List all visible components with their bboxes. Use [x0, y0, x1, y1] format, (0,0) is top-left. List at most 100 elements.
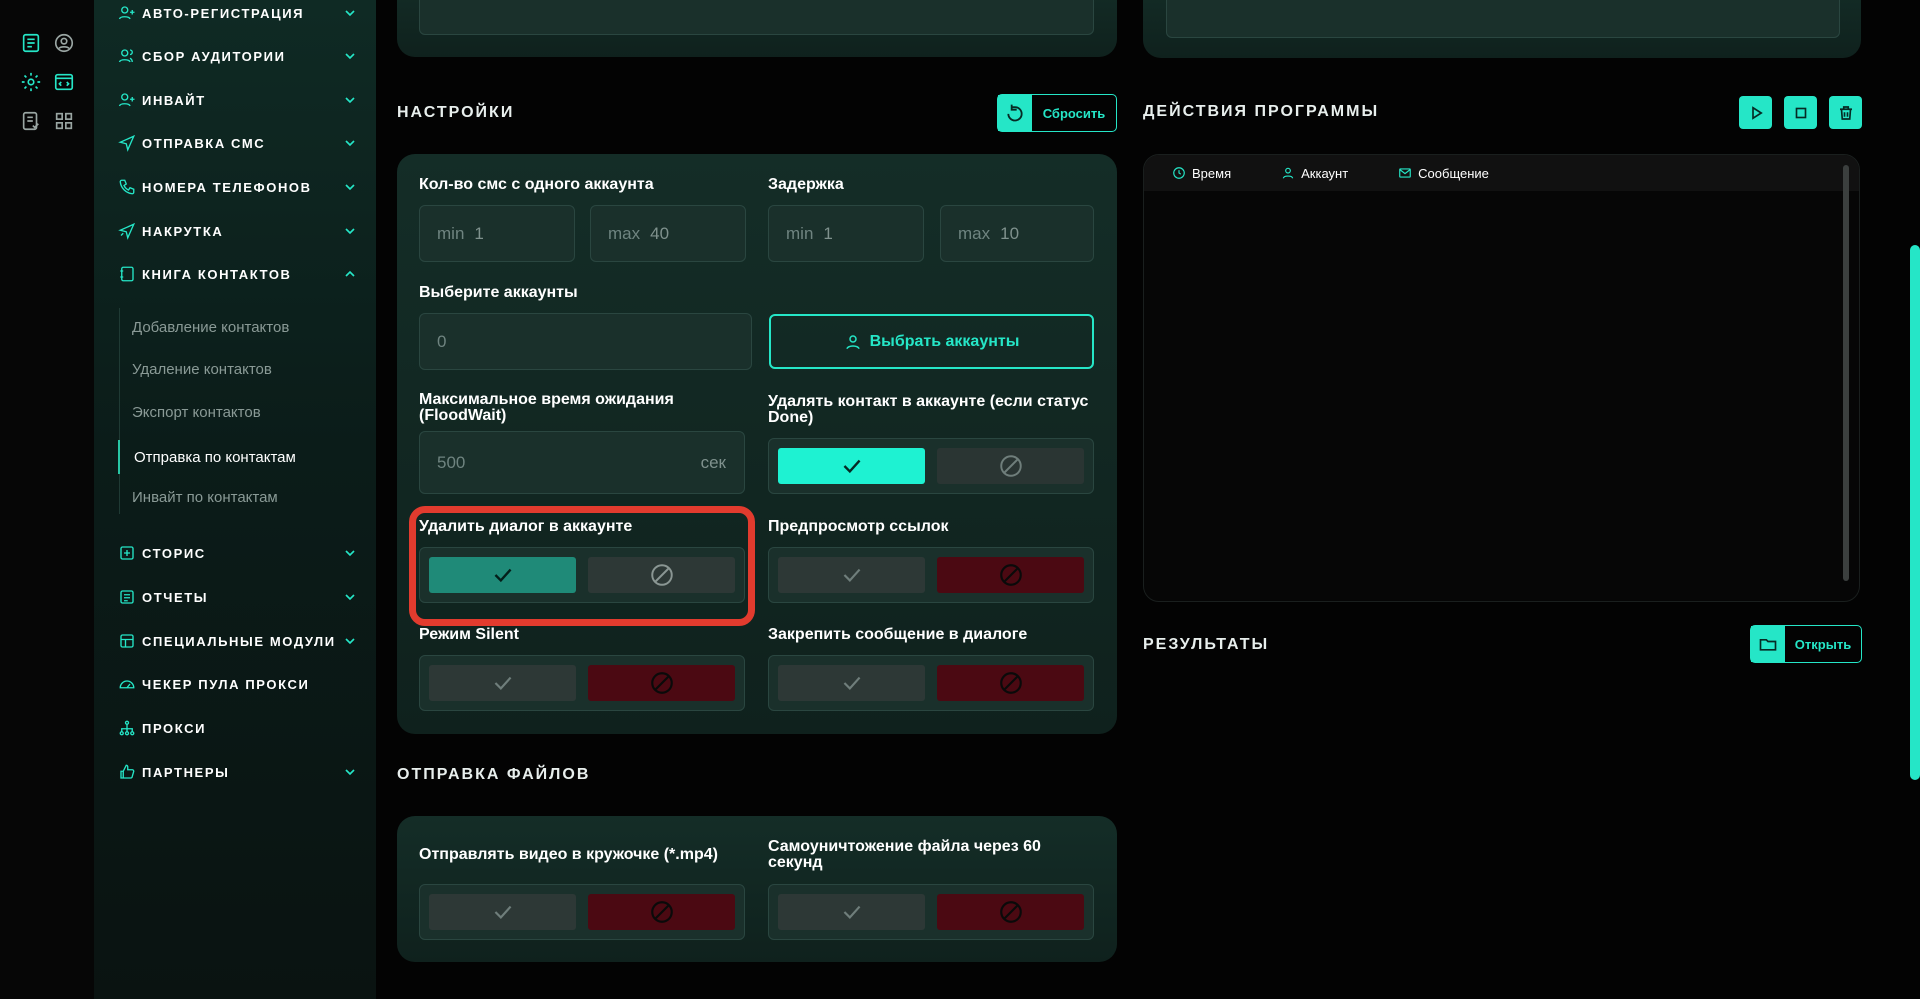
user-plus-icon	[118, 4, 136, 22]
nav-partners[interactable]: ПАРТНЕРЫ	[118, 761, 358, 783]
subitem-add-contacts[interactable]: Добавление контактов	[118, 313, 358, 341]
right-top-field[interactable]	[1166, 0, 1840, 38]
stop-button[interactable]	[1784, 96, 1817, 129]
program-log-panel: Время Аккаунт Сообщение	[1143, 154, 1860, 602]
toggle-off-button[interactable]	[588, 894, 735, 930]
link-preview-toggle	[768, 547, 1094, 603]
toggle-off-button[interactable]	[937, 448, 1084, 484]
nav-label: ПРОКСИ	[142, 720, 207, 736]
nav-phone-numbers[interactable]: НОМЕРА ТЕЛЕФОНОВ	[118, 176, 358, 198]
gauge-icon	[118, 675, 136, 693]
folder-icon	[1751, 626, 1785, 662]
subitem-send-by-contacts[interactable]: Отправка по контактам	[118, 440, 358, 474]
delay-max-input[interactable]: max 10	[940, 205, 1094, 262]
pin-message-label: Закрепить сообщение в диалоге	[768, 626, 1028, 643]
sms-min-input[interactable]: min 1	[419, 205, 575, 262]
subitem-delete-contacts[interactable]: Удаление контактов	[118, 355, 358, 383]
toggle-off-button[interactable]	[588, 665, 735, 701]
column-account[interactable]: Аккаунт	[1281, 166, 1348, 181]
nav-auto-registration[interactable]: АВТО-РЕГИСТРАЦИЯ	[118, 2, 358, 24]
column-time[interactable]: Время	[1172, 166, 1231, 181]
nav-label: НАКРУТКА	[142, 223, 224, 239]
gear-icon[interactable]	[20, 71, 42, 93]
subitem-invite-by-contacts[interactable]: Инвайт по контактам	[118, 483, 358, 511]
toggle-off-button[interactable]	[937, 665, 1084, 701]
code-window-icon[interactable]	[53, 71, 75, 93]
apps-icon[interactable]	[53, 110, 75, 132]
send-icon	[118, 134, 136, 152]
log-scrollbar[interactable]	[1843, 165, 1849, 581]
column-message[interactable]: Сообщение	[1398, 166, 1489, 181]
flood-wait-label: Максимальное время ожидания (FloodWait)	[419, 391, 674, 424]
play-button[interactable]	[1739, 96, 1772, 129]
flood-wait-value: 500	[437, 452, 466, 472]
page-scrollbar[interactable]	[1910, 245, 1920, 780]
icon-rail	[0, 0, 94, 999]
document-check-icon[interactable]	[20, 110, 42, 132]
user-circle-icon[interactable]	[53, 32, 75, 54]
nav-contacts-book[interactable]: КНИГА КОНТАКТОВ	[118, 263, 358, 285]
link-preview-label: Предпросмотр ссылок	[768, 518, 949, 535]
toggle-on-button[interactable]	[429, 894, 576, 930]
nav-proxy[interactable]: ПРОКСИ	[118, 717, 358, 739]
ban-icon	[650, 672, 673, 694]
sms-max-input[interactable]: max 40	[590, 205, 746, 262]
nav-invite[interactable]: ИНВАЙТ	[118, 89, 358, 111]
chevron-down-icon	[345, 550, 355, 557]
select-accounts-button[interactable]: Выбрать аккаунты	[769, 314, 1094, 369]
sms-min-value: 1	[474, 223, 484, 243]
toggle-off-button[interactable]	[937, 557, 1084, 593]
list-icon[interactable]	[20, 32, 42, 54]
chevron-down-icon	[345, 594, 355, 601]
open-results-button[interactable]: Открыть	[1750, 625, 1862, 663]
modules-icon	[118, 632, 136, 650]
results-title: РЕЗУЛЬТАТЫ	[1143, 636, 1270, 653]
nav-label: ОТЧЕТЫ	[142, 589, 209, 605]
toggle-off-button[interactable]	[588, 557, 735, 593]
nav-proxy-checker[interactable]: ЧЕКЕР ПУЛА ПРОКСИ	[118, 673, 358, 695]
column-message-label: Сообщение	[1418, 165, 1489, 181]
ban-icon	[999, 901, 1022, 923]
nav-label: ЧЕКЕР ПУЛА ПРОКСИ	[142, 676, 310, 692]
nav-stories[interactable]: СТОРИС	[118, 542, 358, 564]
accounts-count-input[interactable]: 0	[419, 313, 752, 370]
network-icon	[118, 719, 136, 737]
delete-contact-label: Удалять контакт в аккаунте (если статус …	[768, 393, 1089, 426]
toggle-on-button[interactable]	[429, 665, 576, 701]
reset-label: Сбросить	[1042, 105, 1106, 121]
nav-sms-sending[interactable]: ОТПРАВКА СМС	[118, 132, 358, 154]
open-label: Открыть	[1794, 636, 1852, 652]
nav-label: АВТО-РЕГИСТРАЦИЯ	[142, 5, 305, 21]
sms-max-value: 40	[650, 223, 670, 243]
message-textarea[interactable]	[419, 0, 1094, 35]
file-sending-title: ОТПРАВКА ФАЙЛОВ	[397, 766, 591, 783]
toggle-on-button[interactable]	[778, 557, 925, 593]
reset-button[interactable]: Сбросить	[997, 94, 1117, 132]
check-icon	[843, 568, 860, 582]
clock-icon	[1173, 167, 1185, 179]
silent-mode-toggle	[419, 655, 745, 711]
nav-audience-collection[interactable]: СБОР АУДИТОРИИ	[118, 45, 358, 67]
video-circle-toggle	[419, 884, 745, 940]
toggle-on-button[interactable]	[429, 557, 576, 593]
chevron-down-icon	[345, 184, 355, 191]
delete-contact-toggle	[768, 438, 1094, 494]
toggle-on-button[interactable]	[778, 448, 925, 484]
toggle-on-button[interactable]	[778, 894, 925, 930]
log-header: Время Аккаунт Сообщение	[1144, 155, 1859, 191]
toggle-on-button[interactable]	[778, 665, 925, 701]
toggle-off-button[interactable]	[937, 894, 1084, 930]
nav-boost[interactable]: НАКРУТКА	[118, 220, 358, 242]
nav-label: СПЕЦИАЛЬНЫЕ МОДУЛИ	[142, 633, 336, 649]
flood-wait-input[interactable]: 500 сек	[419, 431, 745, 494]
self-destruct-toggle	[768, 884, 1094, 940]
ban-icon	[650, 564, 673, 586]
delete-dialog-label: Удалить диалог в аккаунте	[419, 518, 633, 535]
column-account-label: Аккаунт	[1301, 165, 1349, 181]
clear-button[interactable]	[1829, 96, 1862, 129]
nav-reports[interactable]: ОТЧЕТЫ	[118, 586, 358, 608]
nav-special-modules[interactable]: СПЕЦИАЛЬНЫЕ МОДУЛИ	[118, 630, 358, 652]
ban-icon	[999, 455, 1022, 477]
subitem-export-contacts[interactable]: Экспорт контактов	[118, 398, 358, 426]
delay-min-input[interactable]: min 1	[768, 205, 924, 262]
